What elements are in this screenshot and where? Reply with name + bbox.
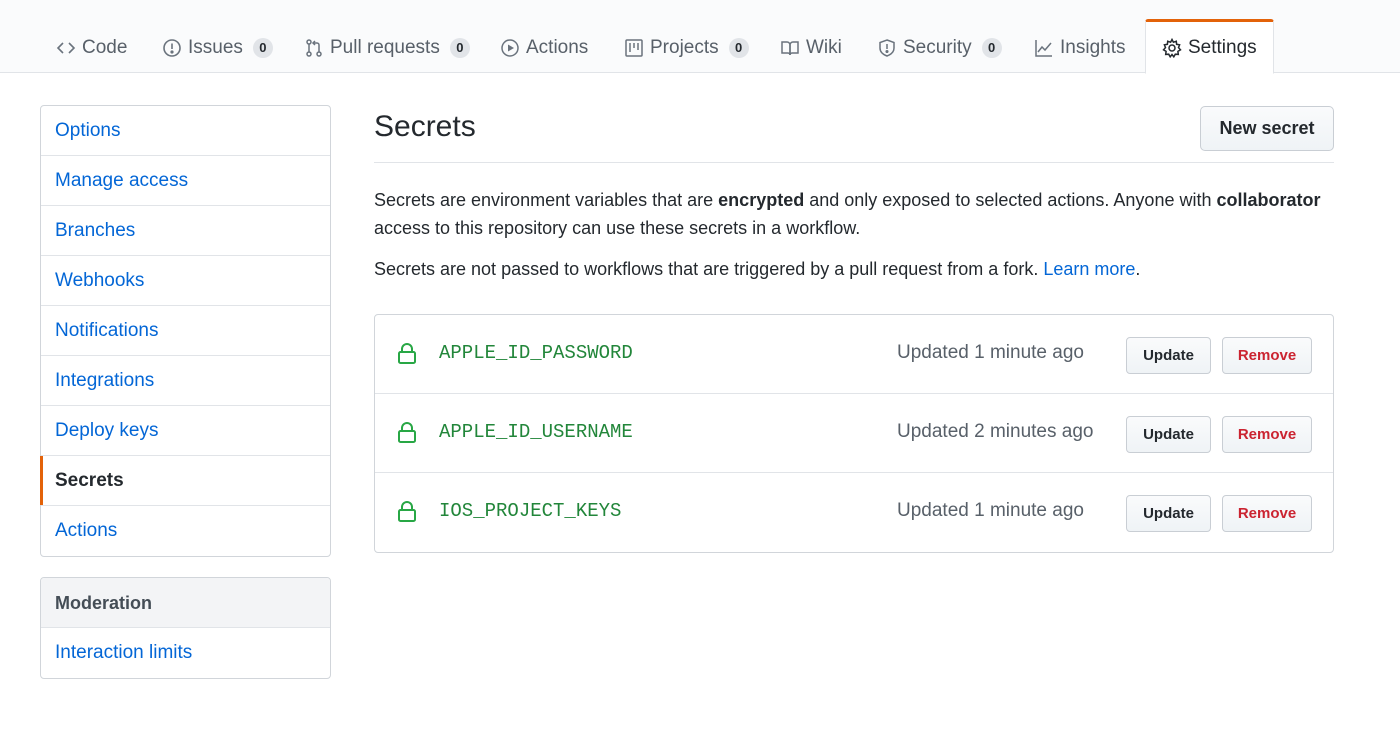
pull-request-icon bbox=[304, 38, 324, 58]
book-icon bbox=[780, 38, 800, 58]
learn-more-link[interactable]: Learn more bbox=[1043, 259, 1135, 279]
projects-counter: 0 bbox=[728, 38, 749, 58]
repo-tab-bar: Code Issues 0 Pull requests 0 Actions Pr… bbox=[0, 0, 1400, 74]
sidebar-item-integrations[interactable]: Integrations bbox=[41, 356, 330, 406]
update-secret-button[interactable]: Update bbox=[1126, 337, 1211, 374]
lock-icon bbox=[397, 343, 417, 365]
desc-text-2: and only exposed to selected actions. An… bbox=[804, 190, 1217, 210]
secret-updated: Updated 2 minutes ago bbox=[897, 421, 1094, 442]
new-secret-button[interactable]: New secret bbox=[1200, 106, 1334, 151]
issues-counter: 0 bbox=[252, 38, 273, 58]
gear-icon bbox=[1162, 37, 1182, 58]
desc-bold-encrypted: encrypted bbox=[718, 190, 805, 210]
tab-pull-requests[interactable]: Pull requests 0 bbox=[304, 26, 470, 70]
secrets-description: Secrets are environment variables that a… bbox=[374, 186, 1334, 242]
sidebar-item-manage-access[interactable]: Manage access bbox=[41, 156, 330, 206]
secret-name: APPLE_ID_USERNAME bbox=[439, 421, 633, 443]
graph-icon bbox=[1034, 38, 1054, 58]
tab-wiki[interactable]: Wiki bbox=[780, 26, 842, 70]
tab-wiki-label: Wiki bbox=[806, 37, 842, 58]
tab-projects-label: Projects bbox=[650, 37, 719, 58]
page-title: Secrets bbox=[374, 110, 476, 143]
title-divider bbox=[374, 162, 1334, 163]
tab-actions-label: Actions bbox=[526, 37, 589, 58]
sidebar-item-options[interactable]: Options bbox=[41, 106, 330, 156]
tab-settings-label: Settings bbox=[1188, 36, 1257, 58]
update-secret-button[interactable]: Update bbox=[1126, 416, 1211, 453]
moderation-sidebar: Moderation Interaction limits bbox=[40, 577, 331, 679]
fork-notice: Secrets are not passed to workflows that… bbox=[374, 255, 1334, 283]
shield-icon bbox=[877, 38, 897, 58]
remove-secret-button[interactable]: Remove bbox=[1222, 495, 1312, 532]
secret-updated: Updated 1 minute ago bbox=[897, 500, 1084, 521]
tab-pull-requests-label: Pull requests bbox=[330, 37, 440, 58]
pull-requests-counter: 0 bbox=[449, 38, 470, 58]
lock-icon bbox=[397, 501, 417, 523]
security-counter: 0 bbox=[981, 38, 1002, 58]
tab-issues[interactable]: Issues 0 bbox=[162, 26, 273, 70]
tab-code[interactable]: Code bbox=[56, 26, 127, 70]
lock-icon bbox=[397, 422, 417, 444]
issue-icon bbox=[162, 38, 182, 58]
project-icon bbox=[624, 38, 644, 58]
tab-insights[interactable]: Insights bbox=[1034, 26, 1125, 70]
tab-actions[interactable]: Actions bbox=[500, 26, 588, 70]
tab-projects[interactable]: Projects 0 bbox=[624, 26, 749, 70]
settings-sidebar: Options Manage access Branches Webhooks … bbox=[40, 105, 331, 557]
sidebar-item-deploy-keys[interactable]: Deploy keys bbox=[41, 406, 330, 456]
tab-security[interactable]: Security 0 bbox=[877, 26, 1002, 70]
sidebar-item-actions[interactable]: Actions bbox=[41, 506, 330, 556]
sidebar-item-secrets[interactable]: Secrets bbox=[40, 456, 330, 506]
secrets-list: APPLE_ID_PASSWORD Updated 1 minute ago U… bbox=[374, 314, 1334, 553]
code-icon bbox=[56, 38, 76, 58]
secret-name: APPLE_ID_PASSWORD bbox=[439, 342, 633, 364]
sidebar-item-webhooks[interactable]: Webhooks bbox=[41, 256, 330, 306]
remove-secret-button[interactable]: Remove bbox=[1222, 416, 1312, 453]
tab-settings[interactable]: Settings bbox=[1145, 19, 1274, 74]
secret-row: APPLE_ID_PASSWORD Updated 1 minute ago U… bbox=[375, 315, 1333, 394]
play-icon bbox=[500, 38, 520, 58]
remove-secret-button[interactable]: Remove bbox=[1222, 337, 1312, 374]
tab-issues-label: Issues bbox=[188, 37, 243, 58]
fork-notice-text: Secrets are not passed to workflows that… bbox=[374, 259, 1044, 279]
sidebar-item-interaction-limits[interactable]: Interaction limits bbox=[41, 628, 330, 678]
secret-name: IOS_PROJECT_KEYS bbox=[439, 500, 622, 522]
desc-text-1: Secrets are environment variables that a… bbox=[374, 190, 719, 210]
secret-updated: Updated 1 minute ago bbox=[897, 342, 1084, 363]
secret-row: APPLE_ID_USERNAME Updated 2 minutes ago … bbox=[375, 394, 1333, 473]
tab-insights-label: Insights bbox=[1060, 37, 1126, 58]
sidebar-item-branches[interactable]: Branches bbox=[41, 206, 330, 256]
secret-row: IOS_PROJECT_KEYS Updated 1 minute ago Up… bbox=[375, 473, 1333, 552]
sidebar-item-notifications[interactable]: Notifications bbox=[41, 306, 330, 356]
tab-security-label: Security bbox=[903, 37, 972, 58]
desc-text-3: access to this repository can use these … bbox=[374, 218, 861, 238]
update-secret-button[interactable]: Update bbox=[1126, 495, 1211, 532]
moderation-heading: Moderation bbox=[41, 578, 330, 628]
tab-code-label: Code bbox=[82, 37, 128, 58]
desc-bold-collaborator: collaborator bbox=[1216, 190, 1321, 210]
fork-notice-end: . bbox=[1135, 259, 1141, 279]
